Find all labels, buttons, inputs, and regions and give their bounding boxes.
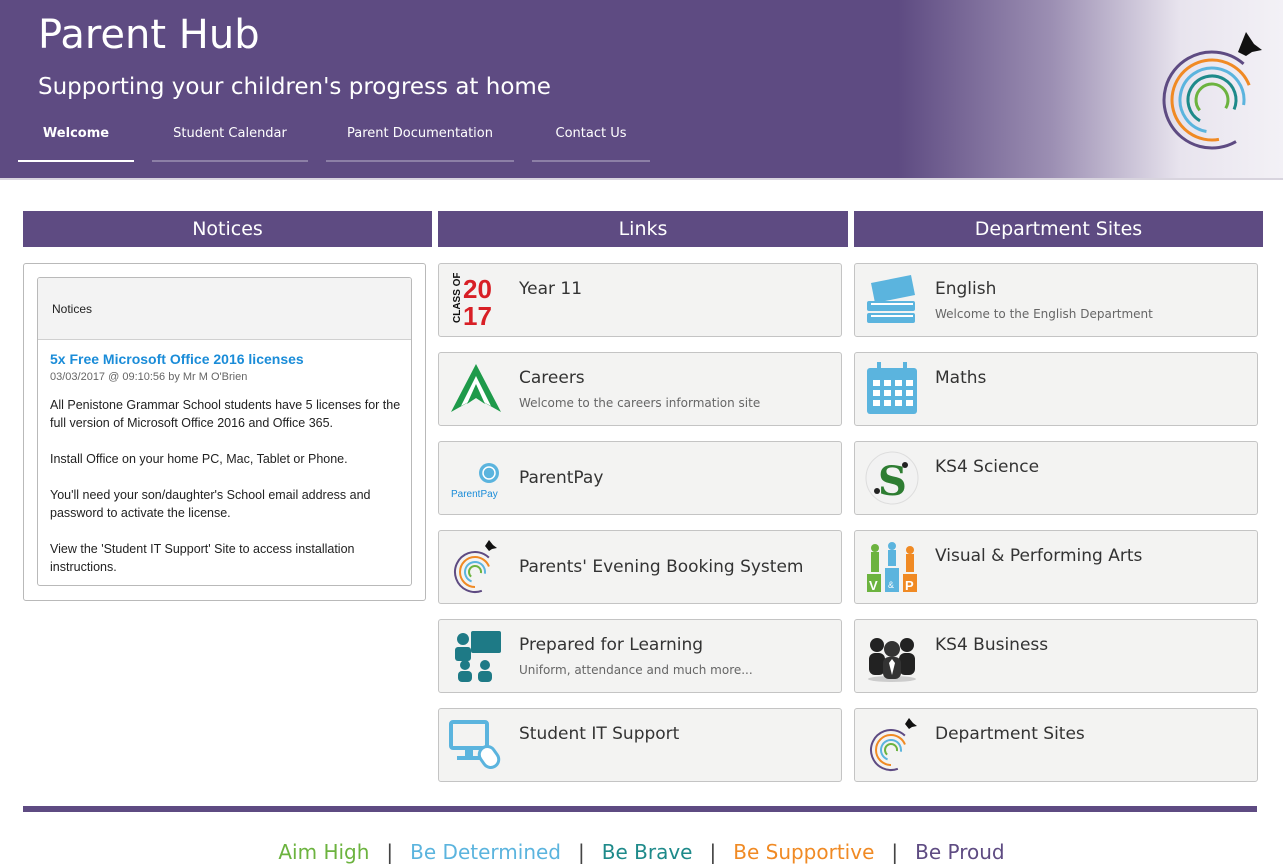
parentpay-logo-text: ParentPay <box>451 489 498 500</box>
card-subtitle: Welcome to the careers information site <box>519 396 761 410</box>
nav-student-calendar[interactable]: Student Calendar <box>152 118 308 162</box>
card-title: KS4 Business <box>935 635 1049 655</box>
dept-card-ks4-business[interactable]: KS4 Business <box>854 619 1258 693</box>
vpa-icon: V & P <box>865 540 919 594</box>
site-header: Parent Hub Supporting your children's pr… <box>0 0 1283 180</box>
motto-separator: | <box>386 840 394 864</box>
page-subtitle: Supporting your children's progress at h… <box>38 74 551 100</box>
year-17-text: 17 <box>463 301 492 327</box>
school-logo-icon <box>865 718 919 772</box>
notices-heading: Notices <box>23 211 432 247</box>
notices-panel: Notices 5x Free Microsoft Office 2016 li… <box>23 263 426 601</box>
page-title: Parent Hub <box>38 12 260 58</box>
card-title: ParentPay <box>519 468 604 488</box>
notices-bar-label: Notices <box>38 278 411 340</box>
motto-be-brave: Be Brave <box>601 840 693 864</box>
nav-parent-documentation[interactable]: Parent Documentation <box>326 118 514 162</box>
card-title: Student IT Support <box>519 724 680 744</box>
year-20-text: 20 <box>463 274 492 304</box>
dept-card-maths[interactable]: Maths <box>854 352 1258 426</box>
notice-body: All Penistone Grammar School students ha… <box>50 396 405 585</box>
vpa-v-letter: V <box>869 578 878 593</box>
card-subtitle: Welcome to the English Department <box>935 307 1153 321</box>
departments-heading: Department Sites <box>854 211 1263 247</box>
motto-separator: | <box>709 840 717 864</box>
business-people-icon <box>865 629 919 683</box>
motto-separator: | <box>578 840 585 864</box>
nav-welcome[interactable]: Welcome <box>18 118 134 162</box>
notice-paragraph: Install Office on your home PC, Mac, Tab… <box>50 452 348 466</box>
notices-widget: Notices 5x Free Microsoft Office 2016 li… <box>37 277 412 586</box>
link-card-year-11[interactable]: CLASS OF 20 17 Year 11 <box>438 263 842 337</box>
computer-mouse-icon <box>449 718 503 772</box>
card-title: KS4 Science <box>935 457 1040 477</box>
dept-card-ks4-science[interactable]: S KS4 Science <box>854 441 1258 515</box>
motto-aim-high: Aim High <box>278 840 370 864</box>
card-title: Visual & Performing Arts <box>935 546 1143 566</box>
books-icon <box>865 273 919 327</box>
notice-paragraph: You'll need your son/daughter's School e… <box>50 488 371 520</box>
class-of-text: CLASS OF <box>452 273 463 323</box>
motto-separator: | <box>891 840 899 864</box>
link-card-prepared-for-learning[interactable]: Prepared for Learning Uniform, attendanc… <box>438 619 842 693</box>
dept-card-english[interactable]: English Welcome to the English Departmen… <box>854 263 1258 337</box>
vpa-amp-letter: & <box>888 580 894 590</box>
notice-title-link[interactable]: 5x Free Microsoft Office 2016 licenses <box>50 351 304 367</box>
parentpay-icon: ParentPay <box>449 451 503 505</box>
motto-be-supportive: Be Supportive <box>733 840 875 864</box>
link-card-parentpay[interactable]: ParentPay ParentPay <box>438 441 842 515</box>
card-title: Prepared for Learning <box>519 635 704 655</box>
card-title: Parents' Evening Booking System <box>519 557 804 577</box>
card-title: Year 11 <box>519 279 583 299</box>
notice-paragraph: View the 'Student IT Support' Site to ac… <box>50 542 355 574</box>
calendar-grid-icon <box>865 362 919 416</box>
motto-be-determined: Be Determined <box>410 840 561 864</box>
notice-meta: 03/03/2017 @ 09:10:56 by Mr M O'Brien <box>50 371 248 383</box>
class-of-2017-icon: CLASS OF 20 17 <box>449 272 503 331</box>
footer-divider <box>23 806 1257 812</box>
card-title: Careers <box>519 368 585 388</box>
school-logo-icon <box>449 540 503 594</box>
school-motto: Aim High | Be Determined | Be Brave | Be Suppo… <box>0 840 1283 864</box>
notice-paragraph: All Penistone Grammar School students ha… <box>50 398 401 430</box>
dept-card-visual-performing-arts[interactable]: V & P Visual & Performing Arts <box>854 530 1258 604</box>
card-title: English <box>935 279 997 299</box>
link-card-student-it-support[interactable]: Student IT Support <box>438 708 842 782</box>
vpa-p-letter: P <box>905 578 914 593</box>
science-s-icon: S <box>865 451 919 505</box>
card-title: Department Sites <box>935 724 1085 744</box>
dept-card-department-sites[interactable]: Department Sites <box>854 708 1258 782</box>
link-card-parents-evening[interactable]: Parents' Evening Booking System <box>438 530 842 604</box>
card-title: Maths <box>935 368 987 388</box>
classroom-teacher-icon <box>449 629 503 683</box>
careers-arrow-icon <box>449 362 503 416</box>
link-card-careers[interactable]: Careers Welcome to the careers informati… <box>438 352 842 426</box>
school-logo[interactable] <box>1158 28 1268 154</box>
links-heading: Links <box>438 211 848 247</box>
motto-be-proud: Be Proud <box>915 840 1005 864</box>
nav-contact-us[interactable]: Contact Us <box>532 118 650 162</box>
card-subtitle: Uniform, attendance and much more... <box>519 663 753 677</box>
